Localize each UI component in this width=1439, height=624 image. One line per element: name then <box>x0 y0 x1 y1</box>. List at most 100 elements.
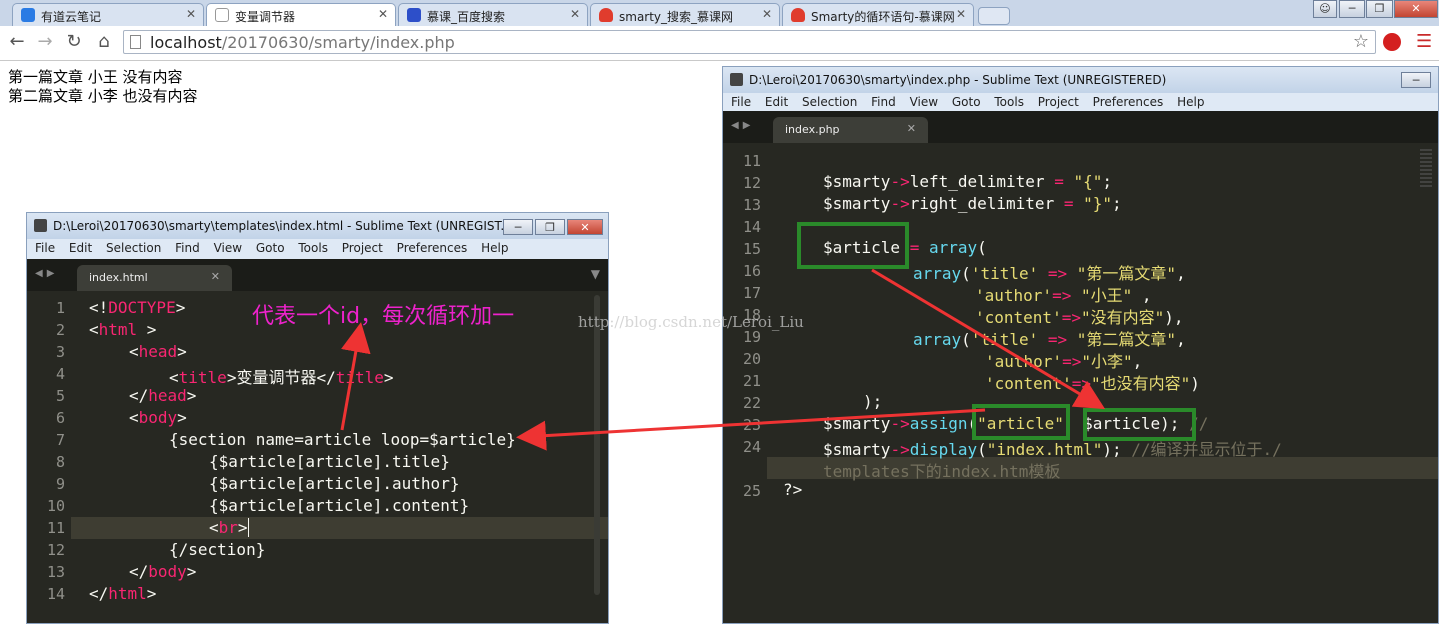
close-icon[interactable]: ✕ <box>186 7 196 21</box>
menu-item-edit[interactable]: Edit <box>69 239 92 257</box>
highlight-box-article-var <box>797 222 909 269</box>
sublime-window-html: D:\Leroi\20170630\smarty\templates\index… <box>26 212 609 624</box>
menu-item-goto[interactable]: Goto <box>952 93 981 111</box>
line-number: 21 <box>742 372 761 390</box>
home-icon[interactable]: ⌂ <box>93 31 115 53</box>
line-number: 11 <box>46 519 65 537</box>
baidu-paw-icon <box>407 8 421 22</box>
code-line: 'content'=>"没有内容"), <box>975 308 1184 327</box>
code-line: <br> <box>209 518 249 537</box>
highlight-box-assign-value <box>1083 408 1196 441</box>
reload-icon[interactable]: ↻ <box>63 31 85 53</box>
code-line: 'content'=>"也没有内容") <box>985 374 1200 393</box>
output-line: 第二篇文章 小李 也没有内容 <box>8 87 198 105</box>
menu-item-project[interactable]: Project <box>342 239 383 257</box>
code-line: ?> <box>783 480 803 499</box>
code-line: array('title' => "第一篇文章", <box>913 264 1186 283</box>
bookmark-star-icon[interactable]: ☆ <box>1353 31 1369 52</box>
code-area[interactable]: 11 12 13 14 15 16 17 18 19 20 21 22 23 2… <box>723 143 1438 623</box>
line-number: 13 <box>46 563 65 581</box>
code-line: 'author'=> "小王" , <box>975 286 1152 305</box>
code-area[interactable]: 1 2 3 4 5 6 7 8 9 10 11 12 13 14 <!DOCTY… <box>27 291 608 623</box>
menu-item-find[interactable]: Find <box>175 239 200 257</box>
tab-label: smarty_搜索_慕课网 <box>619 10 734 24</box>
line-number: 15 <box>742 240 761 258</box>
window-titlebar: D:\Leroi\20170630\smarty\templates\index… <box>27 213 608 239</box>
line-number: 13 <box>742 196 761 214</box>
close-icon[interactable]: ✕ <box>907 122 916 135</box>
line-number: 3 <box>55 343 65 361</box>
menu-item-goto[interactable]: Goto <box>256 239 285 257</box>
sublime-window-php: D:\Leroi\20170630\smarty\index.php - Sub… <box>722 66 1439 624</box>
window-title: D:\Leroi\20170630\smarty\templates\index… <box>53 219 512 233</box>
scrollbar[interactable] <box>594 295 600 595</box>
menu-item-edit[interactable]: Edit <box>765 93 788 111</box>
forward-arrow-icon[interactable]: → <box>34 31 56 53</box>
minimize-button[interactable]: ─ <box>1339 0 1365 18</box>
tab-scroll-arrows-icon[interactable]: ◀▶ <box>35 268 58 279</box>
browser-tab-imooc-search[interactable]: smarty_搜索_慕课网 ✕ <box>590 3 780 26</box>
menu-item-tools[interactable]: Tools <box>298 239 328 257</box>
menu-item-view[interactable]: View <box>214 239 242 257</box>
menu-item-file[interactable]: File <box>35 239 55 257</box>
code-line: ); <box>863 392 883 411</box>
code-line: <body> <box>129 408 187 427</box>
new-tab-button[interactable] <box>978 7 1010 25</box>
close-icon[interactable]: ✕ <box>956 7 966 21</box>
window-titlebar: D:\Leroi\20170630\smarty\index.php - Sub… <box>723 67 1438 93</box>
code-line: </html> <box>89 584 157 603</box>
menu-item-selection[interactable]: Selection <box>802 93 857 111</box>
menu-item-help[interactable]: Help <box>1177 93 1204 111</box>
menu-item-view[interactable]: View <box>910 93 938 111</box>
minimap[interactable] <box>1420 149 1432 189</box>
menu-item-project[interactable]: Project <box>1038 93 1079 111</box>
editor-tab-index-html[interactable]: index.html ✕ <box>77 265 232 291</box>
close-button[interactable]: ✕ <box>567 219 603 235</box>
browser-tab-youdao[interactable]: 有道云笔记 ✕ <box>12 3 204 26</box>
restore-button[interactable]: ❐ <box>1366 0 1393 18</box>
page-output: 第一篇文章 小王 没有内容 第二篇文章 小李 也没有内容 <box>8 68 198 106</box>
menu-icon[interactable]: ☰ <box>1416 31 1432 52</box>
tab-scroll-arrows-icon[interactable]: ◀▶ <box>731 120 754 131</box>
menu-item-preferences[interactable]: Preferences <box>397 239 468 257</box>
code-line: <head> <box>129 342 187 361</box>
code-line: array('title' => "第二篇文章", <box>913 330 1186 349</box>
close-icon[interactable]: ✕ <box>570 7 580 21</box>
close-button[interactable]: ✕ <box>1394 0 1438 18</box>
close-icon[interactable]: ✕ <box>211 270 220 283</box>
close-icon[interactable]: ✕ <box>378 7 388 21</box>
editor-tab-index-php[interactable]: index.php ✕ <box>773 117 928 143</box>
line-number: 16 <box>742 262 761 280</box>
highlight-box-assign-name <box>972 404 1070 440</box>
dropdown-arrow-icon[interactable]: ▼ <box>591 267 600 281</box>
back-arrow-icon[interactable]: ← <box>6 31 28 53</box>
menu-item-tools[interactable]: Tools <box>994 93 1024 111</box>
address-bar[interactable]: localhost/20170630/smarty/index.php ☆ <box>123 30 1376 54</box>
browser-tab-imooc-loop[interactable]: Smarty的循环语句-慕课网 ✕ <box>782 3 974 26</box>
extension-icon[interactable] <box>1383 33 1401 51</box>
minimize-button[interactable]: ─ <box>503 219 533 235</box>
line-number: 4 <box>55 365 65 383</box>
output-line: 第一篇文章 小王 没有内容 <box>8 68 183 86</box>
line-number: 1 <box>55 299 65 317</box>
menu-item-preferences[interactable]: Preferences <box>1093 93 1164 111</box>
browser-tab-baidu[interactable]: 慕课_百度搜索 ✕ <box>398 3 588 26</box>
menu-item-help[interactable]: Help <box>481 239 508 257</box>
menu-item-file[interactable]: File <box>731 93 751 111</box>
minimize-button[interactable]: ─ <box>1401 72 1431 88</box>
code-line: {section name=article loop=$article} <box>169 430 516 449</box>
code-line: <!DOCTYPE> <box>89 298 186 317</box>
restore-button[interactable]: ❐ <box>535 219 565 235</box>
line-number: 17 <box>742 284 761 302</box>
tab-label: 慕课_百度搜索 <box>427 10 506 24</box>
window-title: D:\Leroi\20170630\smarty\index.php - Sub… <box>749 73 1167 87</box>
close-icon[interactable]: ✕ <box>762 7 772 21</box>
menu-item-find[interactable]: Find <box>871 93 896 111</box>
user-icon[interactable]: ☺ <box>1313 0 1337 18</box>
editor-tab-label: index.php <box>785 123 840 136</box>
line-number: 22 <box>742 394 761 412</box>
menu-bar: File Edit Selection Find View Goto Tools… <box>27 239 608 259</box>
menu-item-selection[interactable]: Selection <box>106 239 161 257</box>
line-number: 8 <box>55 453 65 471</box>
browser-tab-active[interactable]: 变量调节器 ✕ <box>206 3 396 27</box>
